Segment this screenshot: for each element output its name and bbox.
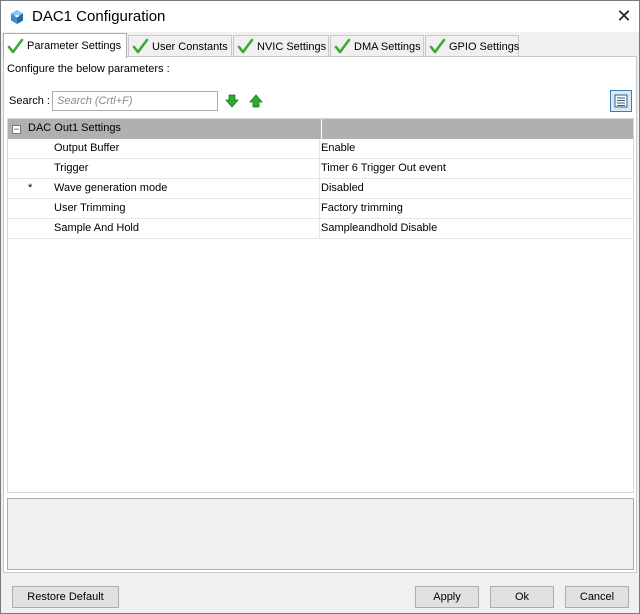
parameter-value[interactable]: Disabled (321, 182, 364, 194)
modified-marker: * (28, 182, 33, 194)
table-row[interactable]: * Wave generation mode Disabled (8, 179, 633, 199)
parameter-name: User Trimming (54, 202, 126, 214)
search-label: Search : (9, 95, 50, 107)
close-button[interactable]: ✕ (609, 1, 639, 32)
parameter-grid: − DAC Out1 Settings Output Buffer Enable… (7, 118, 634, 493)
column-divider (319, 139, 320, 159)
parameter-value[interactable]: Timer 6 Trigger Out event (321, 162, 446, 174)
list-view-toggle-button[interactable] (610, 90, 632, 112)
group-header-dac-out1[interactable]: − DAC Out1 Settings (8, 119, 633, 139)
parameter-name: Wave generation mode (54, 182, 168, 194)
green-check-icon (237, 38, 254, 54)
parameter-value[interactable]: Sampleandhold Disable (321, 222, 437, 234)
column-divider (319, 219, 320, 239)
parameter-value[interactable]: Enable (321, 142, 355, 154)
table-row[interactable]: User Trimming Factory trimming (8, 199, 633, 219)
tab-bar: Parameter Settings User Constants NVIC S… (3, 33, 637, 58)
column-divider (319, 159, 320, 179)
table-row[interactable]: Output Buffer Enable (8, 139, 633, 159)
parameter-settings-panel: Configure the below parameters : Search … (3, 56, 637, 573)
table-row[interactable]: Sample And Hold Sampleandhold Disable (8, 219, 633, 239)
collapse-icon[interactable]: − (12, 125, 21, 134)
description-panel (7, 498, 634, 570)
dialog-window: DAC1 Configuration ✕ Parameter Settings … (0, 0, 640, 614)
parameter-name: Output Buffer (54, 142, 120, 154)
parameter-value[interactable]: Factory trimming (321, 202, 403, 214)
cube-icon (11, 10, 23, 24)
list-view-icon (614, 94, 628, 108)
search-next-arrow-down-icon[interactable] (225, 94, 239, 108)
tab-nvic-settings[interactable]: NVIC Settings (233, 35, 329, 57)
group-title: DAC Out1 Settings (28, 122, 121, 134)
tab-label: DMA Settings (354, 40, 421, 53)
tab-user-constants[interactable]: User Constants (128, 35, 232, 57)
parameter-name: Sample And Hold (54, 222, 139, 234)
tab-label: GPIO Settings (449, 40, 520, 53)
tab-gpio-settings[interactable]: GPIO Settings (425, 35, 519, 57)
tab-dma-settings[interactable]: DMA Settings (330, 35, 424, 57)
tab-parameter-settings[interactable]: Parameter Settings (3, 33, 127, 58)
search-input[interactable] (52, 91, 218, 111)
apply-button[interactable]: Apply (415, 586, 479, 608)
tab-label: NVIC Settings (257, 40, 327, 53)
table-row[interactable]: Trigger Timer 6 Trigger Out event (8, 159, 633, 179)
green-check-icon (429, 38, 446, 54)
instruction-label: Configure the below parameters : (7, 63, 170, 75)
ok-button[interactable]: Ok (490, 586, 554, 608)
close-icon: ✕ (616, 6, 632, 26)
column-divider (319, 179, 320, 199)
green-check-icon (334, 38, 351, 54)
green-check-icon (132, 38, 149, 54)
tab-label: Parameter Settings (27, 40, 122, 52)
column-divider (321, 119, 322, 139)
parameter-name: Trigger (54, 162, 89, 174)
restore-default-button[interactable]: Restore Default (12, 586, 119, 608)
window-title: DAC1 Configuration (32, 8, 166, 25)
cancel-button[interactable]: Cancel (565, 586, 629, 608)
search-previous-arrow-up-icon[interactable] (249, 94, 263, 108)
column-divider (319, 199, 320, 219)
title-bar: DAC1 Configuration ✕ (1, 1, 639, 32)
green-check-icon (7, 38, 24, 53)
tab-label: User Constants (152, 40, 228, 53)
